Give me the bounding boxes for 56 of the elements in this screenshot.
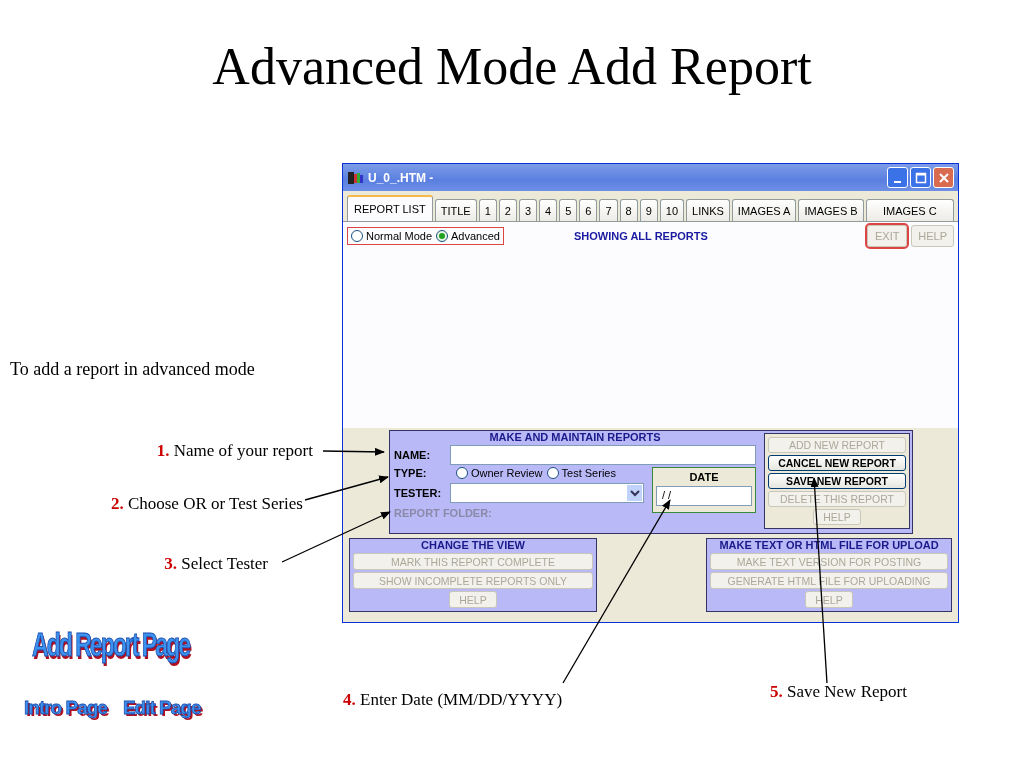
field-label: TESTER:: [394, 487, 443, 499]
field-label: TYPE:: [394, 467, 428, 479]
tab[interactable]: 6: [579, 199, 598, 221]
step-caption: 5. Save New Report: [770, 682, 907, 702]
type-label[interactable]: Test Series: [561, 467, 616, 479]
tab[interactable]: 8: [619, 199, 638, 221]
tab[interactable]: 1: [478, 199, 497, 221]
tab[interactable]: 10: [659, 199, 685, 221]
slide-title: Advanced Mode Add Report: [212, 37, 812, 97]
minimize-icon: [894, 180, 901, 183]
tab[interactable]: IMAGES B: [798, 199, 864, 221]
minimize-button[interactable]: [887, 167, 908, 188]
tab[interactable]: 3: [518, 199, 538, 221]
radio-button[interactable]: [546, 467, 559, 479]
leader-line: [322, 447, 385, 456]
radio-button[interactable]: [351, 230, 363, 242]
step-caption: 3. Select Tester: [164, 554, 268, 574]
date-field[interactable]: / /: [656, 486, 752, 506]
action-button[interactable]: SAVE NEW REPORT: [768, 473, 906, 489]
action-button[interactable]: CANCEL NEW REPORT: [768, 455, 906, 471]
tab[interactable]: 4: [539, 199, 558, 221]
maximize-button[interactable]: [910, 167, 931, 188]
step-caption: 1. Name of your report: [156, 441, 313, 461]
date-heading: DATE: [689, 471, 719, 483]
tab[interactable]: TITLE: [434, 199, 477, 221]
status-text: SHOWING ALL REPORTS: [573, 230, 708, 242]
tab[interactable]: REPORT LIST: [347, 195, 433, 221]
tab[interactable]: 9: [639, 199, 658, 221]
mode-label[interactable]: Advanced: [451, 230, 500, 242]
tab[interactable]: LINKS: [686, 199, 730, 221]
close-icon: [937, 171, 950, 184]
tab[interactable]: 7: [599, 199, 618, 221]
tab[interactable]: IMAGES C: [865, 199, 954, 221]
tab[interactable]: 5: [559, 199, 578, 221]
window-title: U_0_.HTM -: [368, 170, 434, 185]
name-field[interactable]: [450, 445, 756, 465]
panel-heading: MAKE AND MAINTAIN REPORTS: [488, 431, 662, 443]
page-heading-logo: Add Report Page: [32, 625, 189, 664]
tab[interactable]: 2: [498, 199, 517, 221]
intro-text: To add a report in advanced mode: [10, 359, 255, 380]
type-label[interactable]: Owner Review: [471, 467, 543, 479]
radio-button[interactable]: [456, 467, 468, 479]
step-caption: 4. Enter Date (MM/DD/YYYY): [343, 690, 563, 710]
chevron-down-icon: [629, 489, 640, 497]
radio-button[interactable]: [436, 230, 449, 242]
page-link[interactable]: Edit Page: [122, 697, 201, 719]
page-link[interactable]: Intro Page: [24, 697, 107, 719]
field-label: NAME:: [394, 449, 432, 461]
panel-heading: CHANGE THE VIEW: [420, 539, 526, 551]
close-button[interactable]: [933, 167, 954, 188]
step-caption: 2. Choose OR or Test Series: [110, 494, 303, 514]
tab[interactable]: IMAGES A: [731, 199, 797, 221]
field-label: REPORT FOLDER:: [394, 507, 493, 519]
mode-label[interactable]: Normal Mode: [366, 230, 433, 242]
app-icon: [347, 169, 365, 186]
maximize-icon: [914, 171, 927, 184]
